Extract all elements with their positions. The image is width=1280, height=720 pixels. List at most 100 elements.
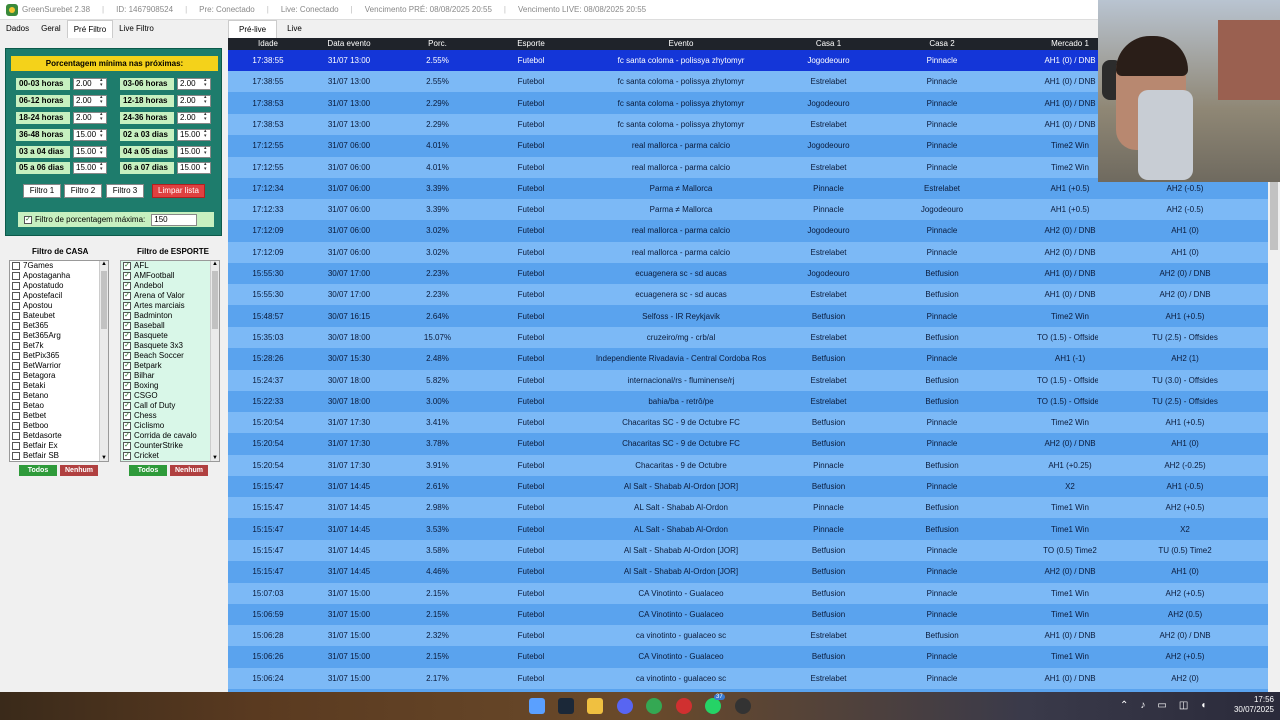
tab-pre-live[interactable]: Pré-live	[228, 20, 278, 38]
esporte-list-item[interactable]: ✓ Boxing	[121, 381, 219, 391]
esporte-list-item[interactable]: ✓ Artes marciais	[121, 301, 219, 311]
filter-1-button[interactable]: Filtro 1	[23, 184, 61, 198]
esporte-list-item[interactable]: ✓ Bilhar	[121, 371, 219, 381]
esporte-list-item[interactable]: ✓ Call of Duty	[121, 401, 219, 411]
table-row[interactable]: 15:35:03 30/07 18:00 15.07% Futebol cruzeiro…	[228, 326, 1098, 348]
table-row-overflow[interactable]: AH2 (+0.5)	[1098, 646, 1280, 668]
casa-checkbox[interactable]	[12, 362, 20, 370]
table-row[interactable]: 15:20:54 31/07 17:30 3.41% Futebol Chacarita…	[228, 412, 1098, 434]
esporte-checkbox[interactable]: ✓	[123, 422, 131, 430]
casa-list-item[interactable]: Betano	[10, 391, 108, 401]
chrome-icon[interactable]	[646, 698, 662, 714]
esporte-list-item[interactable]: ✓ Baseball	[121, 321, 219, 331]
esporte-list-item[interactable]: ✓ Ciclismo	[121, 421, 219, 431]
table-row-overflow[interactable]: AH1 (+0.5)	[1098, 412, 1280, 434]
tab-dados[interactable]: Dados	[0, 20, 35, 38]
esporte-all-button[interactable]: Todos	[129, 465, 167, 476]
table-row[interactable]: 15:07:03 31/07 15:00 2.15% Futebol CA Vinoti…	[228, 582, 1098, 604]
network-icon[interactable]: ◫	[1179, 700, 1188, 711]
esporte-checkbox[interactable]: ✓	[123, 272, 131, 280]
table-row[interactable]: 15:06:59 31/07 15:00 2.15% Futebol CA Vinoti…	[228, 603, 1098, 625]
table-row-overflow[interactable]: TU (0.5) Time2	[1098, 539, 1280, 561]
esporte-checkbox[interactable]: ✓	[123, 452, 131, 460]
col-data-evento[interactable]: Data evento	[308, 38, 390, 50]
esporte-list-item[interactable]: ✓ AFL	[121, 261, 219, 271]
esporte-checkbox[interactable]: ✓	[123, 402, 131, 410]
table-row-overflow[interactable]: AH1 (-0.5)	[1098, 476, 1280, 497]
filter-2-button[interactable]: Filtro 2	[64, 184, 102, 198]
casa-checkbox[interactable]	[12, 352, 20, 360]
casa-list-item[interactable]: BetPix365	[10, 351, 108, 361]
table-row-overflow[interactable]: AH2 (-0.25)	[1098, 454, 1280, 476]
tab-pre-filtro[interactable]: Pré Filtro	[66, 20, 114, 38]
casa-checkbox[interactable]	[12, 412, 20, 420]
table-row-overflow[interactable]: AH2 (+0.5)	[1098, 497, 1280, 519]
table-row-overflow[interactable]: TU (3.0) - Offsides	[1098, 369, 1280, 391]
mic-icon[interactable]: ♪	[1140, 700, 1145, 711]
esporte-checkbox[interactable]: ✓	[123, 282, 131, 290]
casa-list-item[interactable]: Betboo	[10, 421, 108, 431]
casa-checkbox[interactable]	[12, 372, 20, 380]
tab-live-filtro[interactable]: Live Filtro	[113, 20, 160, 38]
hours-input[interactable]: 2.00	[177, 95, 211, 107]
casa-list-item[interactable]: Bet365	[10, 321, 108, 331]
table-row[interactable]: 15:28:26 30/07 15:30 2.48% Futebol Independi…	[228, 348, 1098, 370]
table-row[interactable]: 17:12:55 31/07 06:00 4.01% Futebol real mall…	[228, 156, 1098, 178]
col-idade[interactable]: Idade	[228, 38, 308, 50]
casa-list[interactable]: 7GamesApostaganhaApostatudoApostefacilAp…	[9, 260, 109, 462]
col-evento[interactable]: Evento	[577, 38, 785, 50]
col-mercado1[interactable]: Mercado 1	[1012, 38, 1098, 50]
esporte-list-item[interactable]: ✓ Basquete	[121, 331, 219, 341]
casa-list-item[interactable]: Betdasorte	[10, 431, 108, 441]
chevron-up-icon[interactable]: ⌃	[1120, 700, 1128, 711]
hours-input[interactable]: 2.00	[73, 95, 107, 107]
tab-geral[interactable]: Geral	[35, 20, 67, 38]
casa-list-item[interactable]: Apostatudo	[10, 281, 108, 291]
hours-input[interactable]: 15.00	[73, 162, 107, 174]
hours-input[interactable]: 15.00	[73, 129, 107, 141]
esporte-list-item[interactable]: ✓ CounterStrike	[121, 441, 219, 451]
table-row[interactable]: 17:12:34 31/07 06:00 3.39% Futebol Parma ≠ M…	[228, 177, 1098, 199]
esporte-checkbox[interactable]: ✓	[123, 442, 131, 450]
discord-icon[interactable]	[617, 698, 633, 714]
casa-checkbox[interactable]	[12, 382, 20, 390]
esporte-scrollbar[interactable]	[210, 261, 219, 461]
table-row-overflow[interactable]: AH2 (0.5)	[1098, 603, 1280, 625]
table-row-overflow[interactable]: AH2 (0) / DNB	[1098, 263, 1280, 284]
hours-input[interactable]: 2.00	[73, 78, 107, 90]
esporte-checkbox[interactable]: ✓	[123, 262, 131, 270]
casa-checkbox[interactable]	[12, 282, 20, 290]
table-row[interactable]: 15:20:54 31/07 17:30 3.78% Futebol Chacarita…	[228, 433, 1098, 455]
table-row[interactable]: 15:15:47 31/07 14:45 3.53% Futebol AL Salt -…	[228, 518, 1098, 540]
table-row-overflow[interactable]: AH2 (-0.5)	[1098, 182, 1280, 199]
casa-scrollbar[interactable]	[99, 261, 108, 461]
folder-icon[interactable]	[587, 698, 603, 714]
hours-input[interactable]: 15.00	[73, 146, 107, 158]
volume-icon[interactable]: ◖	[1200, 700, 1206, 711]
esporte-list[interactable]: ✓AFL✓AMFootball✓Andebol✓Arena of Valor✓A…	[120, 260, 220, 462]
col-casa2[interactable]: Casa 2	[872, 38, 1012, 50]
esporte-checkbox[interactable]: ✓	[123, 372, 131, 380]
hours-input[interactable]: 15.00	[177, 129, 211, 141]
clock[interactable]: 17:56 30/07/2025	[1222, 695, 1274, 715]
table-row-overflow[interactable]: TU (2.5) - Offsides	[1098, 390, 1280, 412]
hours-input[interactable]: 2.00	[73, 112, 107, 124]
esporte-list-item[interactable]: ✓ AMFootball	[121, 271, 219, 281]
casa-list-item[interactable]: Betfair SB	[10, 451, 108, 461]
esporte-list-item[interactable]: ✓ Badminton	[121, 311, 219, 321]
esporte-checkbox[interactable]: ✓	[123, 342, 131, 350]
esporte-list-item[interactable]: ✓ CSGO	[121, 391, 219, 401]
grid-scrollbar[interactable]	[1268, 182, 1280, 692]
esporte-checkbox[interactable]: ✓	[123, 332, 131, 340]
esporte-list-item[interactable]: ✓ Chess	[121, 411, 219, 421]
clear-list-button[interactable]: Limpar lista	[152, 184, 205, 198]
opera-icon[interactable]	[676, 698, 692, 714]
table-row-overflow[interactable]: AH1 (0)	[1098, 241, 1280, 263]
col-porc[interactable]: Porc.	[390, 38, 485, 50]
table-row-overflow[interactable]: AH2 (+0.5)	[1098, 582, 1280, 604]
esporte-list-item[interactable]: ✓ Basquete 3x3	[121, 341, 219, 351]
table-row-overflow[interactable]: AH1 (+0.5)	[1098, 305, 1280, 327]
casa-checkbox[interactable]	[12, 402, 20, 410]
table-row-overflow[interactable]: AH2 (1)	[1098, 348, 1280, 370]
casa-checkbox[interactable]	[12, 322, 20, 330]
